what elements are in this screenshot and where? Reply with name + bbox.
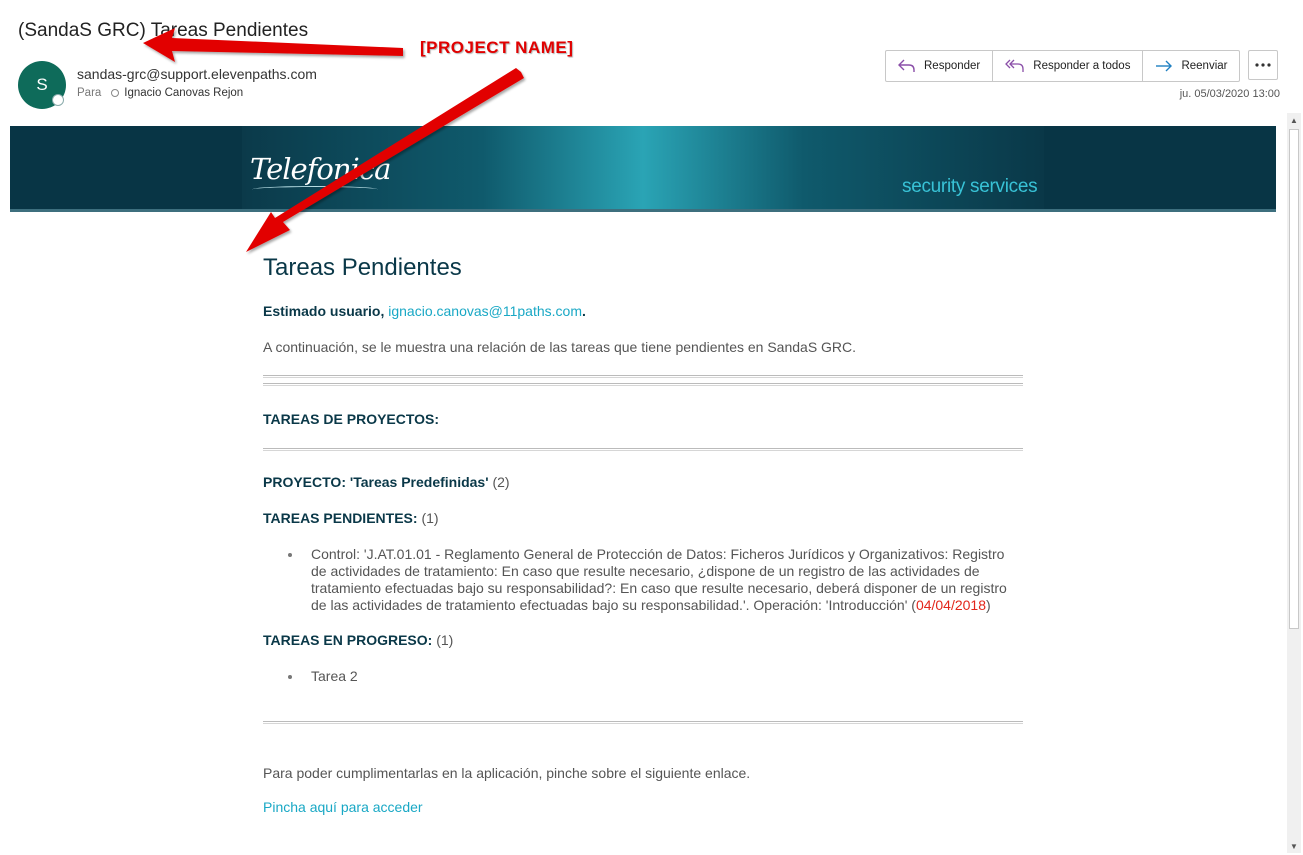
email-banner (10, 126, 1276, 212)
recipient-name[interactable]: Ignacio Canovas Rejon (124, 87, 243, 99)
reply-label: Responder (924, 60, 981, 72)
list-item: Control: 'J.AT.01.01 - Reglamento Genera… (288, 546, 1018, 614)
pending-heading: TAREAS PENDIENTES: (1) (263, 510, 439, 526)
avatar-initial: S (36, 75, 48, 94)
pending-count: (1) (421, 510, 439, 526)
pending-label: TAREAS PENDIENTES: (263, 510, 418, 526)
intro-text: A continuación, se le muestra una relaci… (263, 339, 857, 355)
pending-task-text: Control: 'J.AT.01.01 - Reglamento Genera… (311, 546, 1007, 613)
pending-task-list: Control: 'J.AT.01.01 - Reglamento Genera… (288, 546, 1018, 614)
scroll-thumb[interactable] (1289, 129, 1299, 629)
presence-status-icon (52, 94, 64, 106)
logo-swoosh (252, 186, 378, 193)
in-progress-task-list: Tarea 2 (288, 668, 1018, 685)
reply-icon (898, 59, 915, 72)
recipient-presence-icon (111, 89, 120, 97)
project-label: PROYECTO: 'Tareas Predefinidas' (263, 474, 489, 490)
pending-task-close: ) (986, 597, 991, 613)
banner-bottom-line (10, 209, 1276, 212)
user-email-link[interactable]: ignacio.canovas@11paths.com (388, 303, 582, 319)
in-progress-heading: TAREAS EN PROGRESO: (1) (263, 632, 453, 648)
projects-heading: TAREAS DE PROYECTOS: (263, 411, 440, 427)
message-actions: Responder Responder a todos Reenviar (885, 50, 1241, 82)
more-actions-button[interactable] (1248, 50, 1278, 80)
forward-button[interactable]: Reenviar (1143, 51, 1239, 81)
vertical-scrollbar[interactable]: ▲ ▼ (1287, 113, 1301, 853)
telefonica-logo: Telefonica (250, 152, 391, 186)
list-item: Tarea 2 (288, 668, 1018, 685)
greeting: Estimado usuario, ignacio.canovas@11path… (263, 303, 586, 319)
forward-label: Reenviar (1181, 60, 1228, 72)
reply-all-label: Responder a todos (1033, 60, 1131, 72)
scroll-down-arrow-icon[interactable]: ▼ (1287, 839, 1301, 853)
email-subject: (SandaS GRC) Tareas Pendientes (18, 20, 309, 41)
footer-text: Para poder cumplimentarlas en la aplicac… (263, 765, 751, 781)
to-label: Para (77, 87, 102, 99)
in-progress-count: (1) (436, 632, 454, 648)
annotation-label: [PROJECT NAME] (420, 38, 574, 57)
forward-icon (1156, 60, 1173, 72)
reply-all-icon (1005, 59, 1024, 72)
divider (263, 448, 1023, 451)
scroll-up-arrow-icon[interactable]: ▲ (1287, 113, 1301, 127)
project-heading: PROYECTO: 'Tareas Predefinidas' (2) (263, 474, 510, 490)
received-date: ju. 05/03/2020 13:00 (1179, 88, 1280, 100)
divider (263, 375, 1023, 378)
project-count: (2) (492, 474, 510, 490)
recipient-row: Para Ignacio Canovas Rejon (77, 87, 243, 99)
email-title: Tareas Pendientes (263, 254, 462, 281)
pending-task-date: 04/04/2018 (915, 597, 987, 613)
sender-address[interactable]: sandas-grc@support.elevenpaths.com (77, 66, 317, 82)
reply-button[interactable]: Responder (886, 51, 994, 81)
in-progress-label: TAREAS EN PROGRESO: (263, 632, 433, 648)
divider (263, 383, 1023, 386)
more-icon (1255, 63, 1271, 67)
reply-all-button[interactable]: Responder a todos (993, 51, 1144, 81)
greeting-suffix: . (581, 303, 586, 319)
in-progress-task: Tarea 2 (311, 668, 358, 684)
access-link[interactable]: Pincha aquí para acceder (263, 799, 423, 815)
banner-tagline: security services (902, 176, 1038, 197)
greeting-prefix: Estimado usuario, (263, 303, 385, 319)
divider (263, 721, 1023, 724)
